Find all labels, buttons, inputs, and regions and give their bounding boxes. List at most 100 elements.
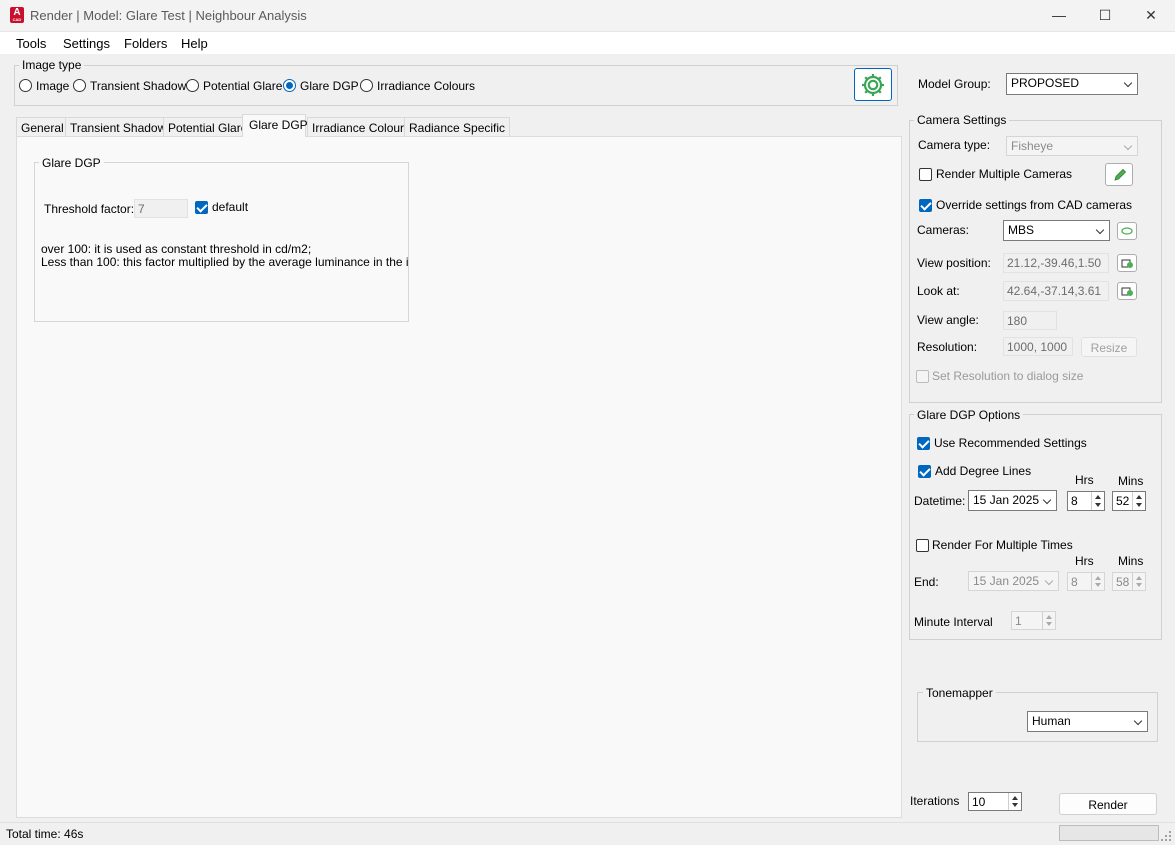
mins-label: Mins <box>1118 474 1144 488</box>
arrow-up-icon <box>1136 495 1142 499</box>
window-title: Render | Model: Glare Test | Neighbour A… <box>30 8 307 23</box>
stepper-arrows[interactable] <box>1042 612 1055 629</box>
help-text-line2: Less than 100: this factor multiplied by… <box>41 255 409 269</box>
pick-look-at-button[interactable] <box>1117 282 1137 300</box>
resize-grip-icon[interactable] <box>1161 830 1171 841</box>
use-recommended-label: Use Recommended Settings <box>934 436 1087 450</box>
camera-type-label: Camera type: <box>918 138 991 152</box>
arrow-up-icon <box>1095 495 1101 499</box>
chevron-down-icon <box>1044 576 1054 586</box>
radio-glare-dgp-label[interactable]: Glare DGP <box>300 79 359 93</box>
datetime-picker[interactable]: 15 Jan 2025 <box>968 490 1057 511</box>
view-position-label: View position: <box>917 256 991 270</box>
radio-transient-shadow[interactable] <box>73 79 86 92</box>
add-degree-lines-label: Add Degree Lines <box>935 464 1032 478</box>
radio-image-label[interactable]: Image <box>36 79 69 93</box>
hrs-value: 8 <box>1071 494 1078 508</box>
cameras-label: Cameras: <box>917 223 970 237</box>
refresh-cameras-button[interactable] <box>1117 222 1137 240</box>
mins-stepper[interactable]: 52 <box>1112 491 1146 511</box>
add-degree-lines-checkbox[interactable] <box>918 465 931 478</box>
threshold-input[interactable]: 7 <box>134 199 188 218</box>
default-label: default <box>212 200 249 214</box>
stepper-arrows[interactable] <box>1132 573 1145 590</box>
resolution-label: Resolution: <box>917 340 978 354</box>
minimize-button[interactable]: — <box>1036 0 1082 32</box>
resolution-input[interactable]: 1000, 1000 <box>1003 337 1073 356</box>
settings-gear-button[interactable] <box>854 68 892 101</box>
camera-type-select[interactable]: Fisheye <box>1006 136 1138 156</box>
stepper-arrows[interactable] <box>1091 573 1104 590</box>
radio-irradiance-colours-label[interactable]: Irradiance Colours <box>377 79 475 93</box>
total-time-status: Total time: 46s <box>6 827 84 841</box>
end-label: End: <box>914 575 939 589</box>
end-datetime-picker[interactable]: 15 Jan 2025 <box>968 571 1059 591</box>
view-position-input[interactable]: 21.12,-39.46,1.50 <box>1003 253 1109 273</box>
iterations-label: Iterations <box>910 794 960 808</box>
hrs-label: Hrs <box>1075 473 1094 487</box>
end-mins-stepper[interactable]: 58 <box>1112 572 1146 591</box>
tab-radiance-specific[interactable]: Radiance Specific <box>404 117 511 137</box>
arrow-up-icon <box>1095 576 1101 580</box>
arrow-up-icon <box>1136 576 1142 580</box>
set-resolution-checkbox[interactable] <box>916 370 929 383</box>
tab-irradiance-colours[interactable]: Irradiance Colours <box>307 117 416 137</box>
model-group-select[interactable]: PROPOSED <box>1006 73 1138 95</box>
close-button[interactable]: ✕ <box>1128 0 1174 32</box>
look-at-input[interactable]: 42.64,-37.14,3.61 <box>1003 281 1109 301</box>
maximize-icon: ☐ <box>1098 7 1112 23</box>
camera-type-value: Fisheye <box>1011 139 1054 153</box>
override-cad-label: Override settings from CAD cameras <box>936 198 1133 212</box>
stepper-arrows[interactable] <box>1091 492 1104 510</box>
pick-view-position-button[interactable] <box>1117 254 1137 272</box>
stepper-arrows[interactable] <box>1008 793 1021 810</box>
tab-glare-dgp[interactable]: Glare DGP <box>242 114 308 137</box>
radio-image[interactable] <box>19 79 32 92</box>
end-hrs-label: Hrs <box>1075 554 1094 568</box>
view-angle-label: View angle: <box>917 313 979 327</box>
arrow-down-icon <box>1046 622 1052 626</box>
iterations-stepper[interactable]: 10 <box>968 792 1022 811</box>
cameras-select[interactable]: MBS <box>1003 220 1110 241</box>
end-datetime-value: 15 Jan 2025 <box>973 574 1040 588</box>
edit-cameras-button[interactable] <box>1105 163 1133 186</box>
multiple-times-label: Render For Multiple Times <box>932 538 1073 552</box>
arrow-down-icon <box>1012 803 1018 807</box>
menu-folders[interactable]: Folders <box>124 36 167 51</box>
menu-help[interactable]: Help <box>181 36 208 51</box>
arrow-down-icon <box>1136 503 1142 507</box>
tonemapper-select[interactable]: Human <box>1027 711 1148 732</box>
menu-tools[interactable]: Tools <box>16 36 46 51</box>
arrow-down-icon <box>1095 583 1101 587</box>
radio-glare-dgp[interactable] <box>283 79 296 92</box>
set-resolution-label: Set Resolution to dialog size <box>932 369 1084 383</box>
minute-interval-stepper[interactable]: 1 <box>1011 611 1056 630</box>
app-icon-sub: CAD <box>12 17 22 22</box>
tonemapper-value: Human <box>1032 714 1071 728</box>
end-hrs-stepper[interactable]: 8 <box>1067 572 1105 591</box>
menu-bar <box>0 32 1175 54</box>
pencil-icon <box>1114 168 1127 181</box>
radio-potential-glare[interactable] <box>186 79 199 92</box>
maximize-button[interactable]: ☐ <box>1082 0 1128 32</box>
render-button[interactable]: Render <box>1059 793 1157 815</box>
stepper-arrows[interactable] <box>1132 492 1145 510</box>
use-recommended-checkbox[interactable] <box>917 437 930 450</box>
view-angle-input[interactable]: 180 <box>1003 311 1057 330</box>
tab-transient-shadow[interactable]: Transient Shadow <box>65 117 172 137</box>
radio-potential-glare-label[interactable]: Potential Glare <box>203 79 282 93</box>
multiple-times-checkbox[interactable] <box>916 539 929 552</box>
radio-transient-shadow-label[interactable]: Transient Shadow <box>90 79 186 93</box>
tonemapper-title: Tonemapper <box>923 686 996 700</box>
resize-button[interactable]: Resize <box>1081 337 1137 357</box>
hrs-stepper[interactable]: 8 <box>1067 491 1105 511</box>
render-multiple-cameras-checkbox[interactable] <box>919 168 932 181</box>
tab-potential-glare[interactable]: Potential Glare <box>163 117 253 137</box>
radio-irradiance-colours[interactable] <box>360 79 373 92</box>
default-checkbox[interactable] <box>195 201 208 214</box>
menu-settings[interactable]: Settings <box>63 36 110 51</box>
tab-general[interactable]: General <box>16 117 69 137</box>
glare-dgp-group-title: Glare DGP <box>39 156 104 170</box>
chevron-down-icon <box>1123 78 1133 88</box>
override-cad-checkbox[interactable] <box>919 199 932 212</box>
